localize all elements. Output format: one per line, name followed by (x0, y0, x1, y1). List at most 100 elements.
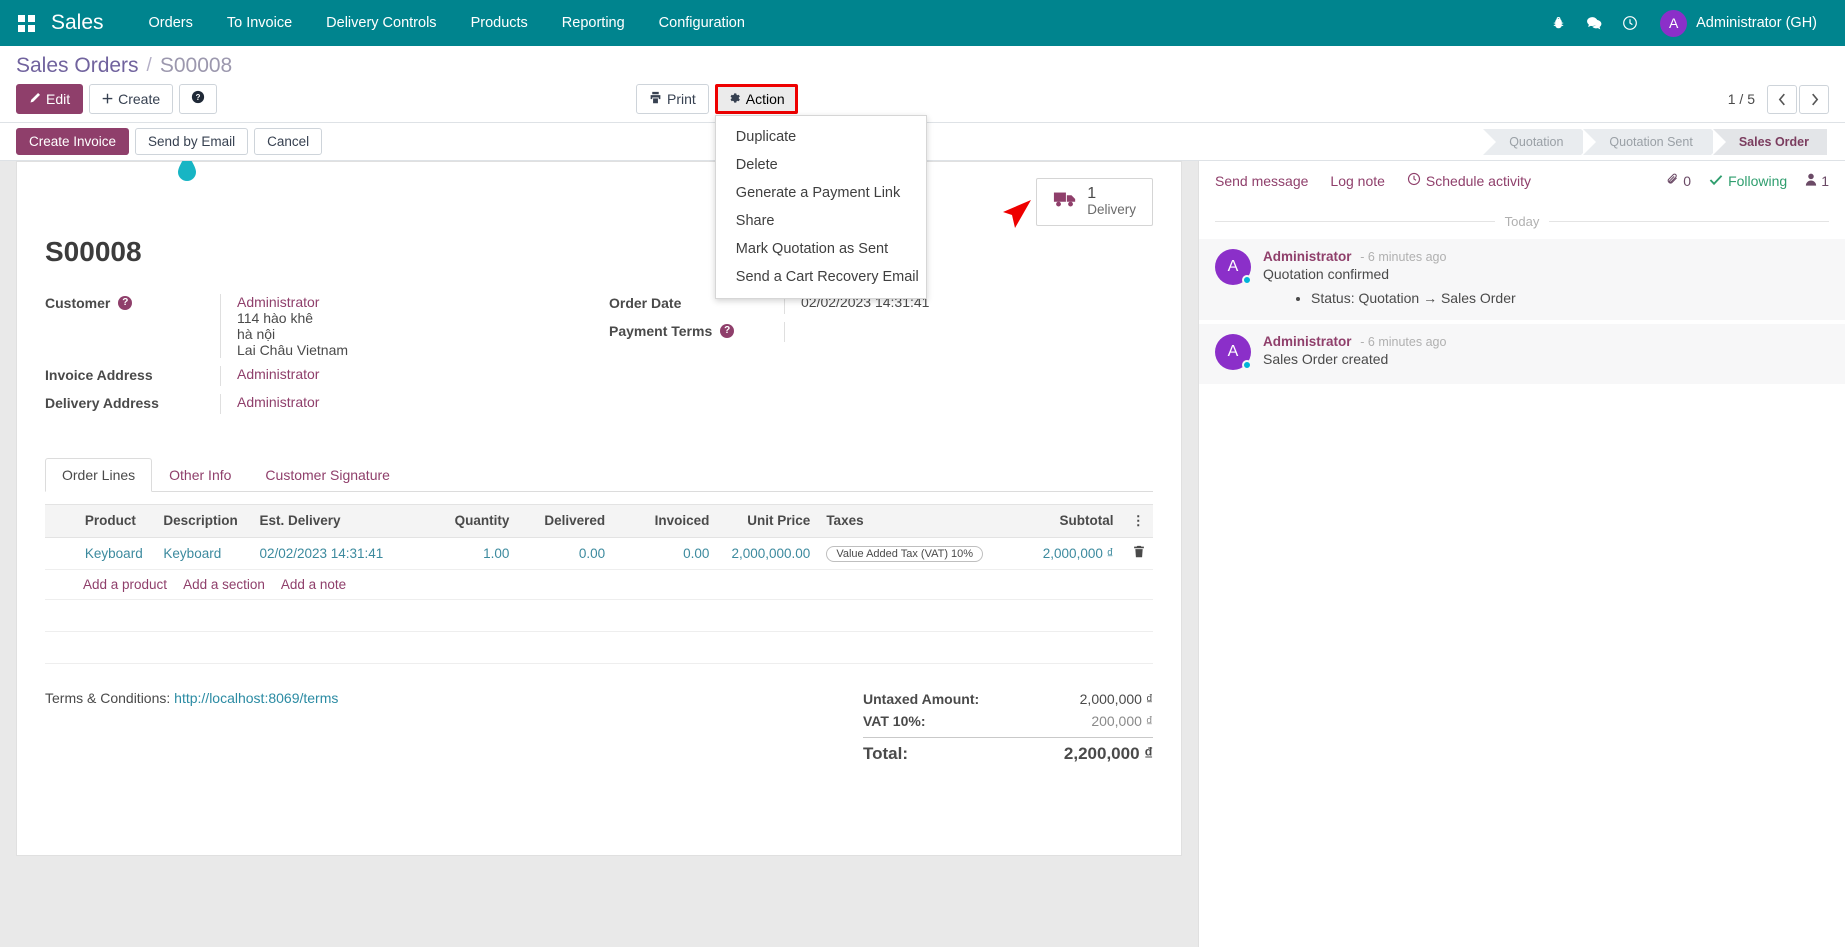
row-delete-button[interactable] (1122, 537, 1153, 569)
pager-previous-button[interactable] (1767, 85, 1797, 114)
action-item-generate-a-payment-link[interactable]: Generate a Payment Link (716, 179, 926, 207)
customer-help-icon[interactable]: ? (118, 296, 132, 310)
terms-link[interactable]: http://localhost:8069/terms (174, 690, 338, 706)
send-message-button[interactable]: Send message (1215, 173, 1308, 189)
delivery-address-name[interactable]: Administrator (237, 394, 599, 410)
action-item-delete[interactable]: Delete (716, 151, 926, 179)
action-item-duplicate[interactable]: Duplicate (716, 123, 926, 151)
nav-item-products[interactable]: Products (454, 0, 545, 46)
order-lines-body: Keyboard Keyboard 02/02/2023 14:31:41 1.… (45, 537, 1153, 663)
col-description[interactable]: Description (155, 504, 251, 537)
cell-taxes[interactable]: Value Added Tax (VAT) 10% (818, 537, 1004, 569)
table-row[interactable]: Keyboard Keyboard 02/02/2023 14:31:41 1.… (45, 537, 1153, 569)
tab-order-lines[interactable]: Order Lines (45, 458, 152, 492)
action-button[interactable]: Action (715, 84, 798, 114)
cancel-button[interactable]: Cancel (254, 128, 322, 155)
col-est-delivery[interactable]: Est. Delivery (251, 504, 421, 537)
apps-grid-icon[interactable] (18, 15, 35, 32)
payment-terms-help-icon[interactable]: ? (720, 324, 734, 338)
message-author[interactable]: Administrator (1263, 334, 1352, 349)
col-delivered[interactable]: Delivered (517, 504, 613, 537)
field-invoice-address-label-wrap: Invoice Address (45, 366, 220, 383)
create-invoice-button[interactable]: Create Invoice (16, 128, 129, 155)
nav-item-configuration[interactable]: Configuration (642, 0, 762, 46)
bug-icon[interactable] (1540, 0, 1576, 46)
cell-unit-price[interactable]: 2,000,000.00 (717, 537, 818, 569)
total-value: 2,200,000 ₫ (1064, 744, 1153, 764)
field-payment-terms-value[interactable] (784, 322, 1153, 342)
add-a-section-link[interactable]: Add a section (183, 577, 265, 592)
stage-sales-order[interactable]: Sales Order (1713, 129, 1827, 155)
schedule-activity-button[interactable]: Schedule activity (1407, 172, 1531, 189)
add-line-row: Add a product Add a section Add a note (45, 569, 1153, 599)
customer-name[interactable]: Administrator (237, 294, 599, 310)
total-grand: Total: 2,200,000 ₫ (863, 737, 1153, 767)
log-note-button[interactable]: Log note (1330, 173, 1385, 189)
message-author[interactable]: Administrator (1263, 249, 1352, 264)
print-button[interactable]: Print (636, 84, 709, 114)
customer-state-country: Lai Châu Vietnam (237, 342, 599, 358)
paperclip-icon (1666, 173, 1679, 189)
field-invoice-address-value[interactable]: Administrator (220, 366, 599, 386)
cell-invoiced[interactable]: 0.00 (632, 537, 717, 569)
field-customer-value[interactable]: Administrator 114 hào khê hà nội Lai Châ… (220, 294, 599, 358)
cell-est-delivery[interactable]: 02/02/2023 14:31:41 (251, 537, 421, 569)
col-subtotal[interactable]: Subtotal (1005, 504, 1122, 537)
message-time: - 6 minutes ago (1360, 250, 1446, 264)
stage-quotation-sent[interactable]: Quotation Sent (1583, 129, 1710, 155)
create-button[interactable]: Create (89, 84, 173, 114)
edit-button[interactable]: Edit (16, 84, 83, 114)
status-stages: Quotation Quotation Sent Sales Order (1483, 129, 1829, 155)
tab-customer-signature[interactable]: Customer Signature (248, 458, 407, 492)
following-button[interactable]: Following (1709, 173, 1787, 189)
cell-delivered[interactable]: 0.00 (517, 537, 613, 569)
customer-city: hà nội (237, 326, 599, 342)
row-handle[interactable] (45, 537, 77, 569)
user-menu[interactable]: A Administrator (GH) (1648, 0, 1827, 46)
stage-quotation[interactable]: Quotation (1483, 129, 1581, 155)
send-by-email-button[interactable]: Send by Email (135, 128, 248, 155)
field-invoice-address: Invoice Address Administrator (45, 366, 599, 386)
action-item-share[interactable]: Share (716, 207, 926, 235)
messages-icon[interactable] (1576, 0, 1612, 46)
chatter-panel: Send message Log note Schedule activity … (1198, 161, 1845, 947)
cell-product[interactable]: Keyboard (77, 537, 156, 569)
delivery-label: Delivery (1087, 203, 1136, 218)
col-quantity[interactable]: Quantity (422, 504, 518, 537)
activity-clock-icon[interactable] (1612, 0, 1648, 46)
col-unit-price[interactable]: Unit Price (717, 504, 818, 537)
action-item-mark-quotation-as-sent[interactable]: Mark Quotation as Sent (716, 235, 926, 263)
add-line-cell: Add a product Add a section Add a note (45, 569, 1153, 599)
invoice-address-name[interactable]: Administrator (237, 366, 599, 382)
table-header-row: Product Description Est. Delivery Quanti… (45, 504, 1153, 537)
breadcrumb-parent[interactable]: Sales Orders (16, 54, 139, 78)
nav-item-orders[interactable]: Orders (132, 0, 210, 46)
col-invoiced[interactable]: Invoiced (632, 504, 717, 537)
cell-quantity[interactable]: 1.00 (422, 537, 518, 569)
col-options-icon[interactable]: ⋮ (1122, 504, 1153, 537)
col-taxes[interactable]: Taxes (818, 504, 1004, 537)
add-a-product-link[interactable]: Add a product (83, 577, 167, 592)
field-delivery-address-label-wrap: Delivery Address (45, 394, 220, 411)
followers-button[interactable]: 1 (1805, 173, 1829, 189)
action-item-send-a-cart-recovery-email[interactable]: Send a Cart Recovery Email (716, 263, 926, 291)
add-a-note-link[interactable]: Add a note (281, 577, 346, 592)
nav-item-to-invoice[interactable]: To Invoice (210, 0, 309, 46)
nav-item-reporting[interactable]: Reporting (545, 0, 642, 46)
tracking-item: Status: Quotation → Sales Order (1311, 290, 1829, 306)
pager-next-button[interactable] (1799, 85, 1829, 114)
nav-item-delivery-controls[interactable]: Delivery Controls (309, 0, 453, 46)
col-product[interactable]: Product (77, 504, 156, 537)
attachments-button[interactable]: 0 (1666, 173, 1691, 189)
cell-description[interactable]: Keyboard (155, 537, 251, 569)
message-avatar: A (1215, 334, 1251, 370)
create-button-label: Create (118, 90, 160, 108)
app-brand-sales[interactable]: Sales (51, 11, 104, 35)
tab-other-info[interactable]: Other Info (152, 458, 248, 492)
fields-left-column: Customer ? Administrator 114 hào khê hà … (45, 294, 599, 422)
field-delivery-address-value[interactable]: Administrator (220, 394, 599, 414)
field-payment-terms-label: Payment Terms (609, 323, 712, 339)
help-button[interactable]: ? (179, 84, 217, 114)
breadcrumb-separator: / (147, 55, 152, 77)
delivery-smart-button[interactable]: 1 Delivery (1036, 178, 1153, 226)
